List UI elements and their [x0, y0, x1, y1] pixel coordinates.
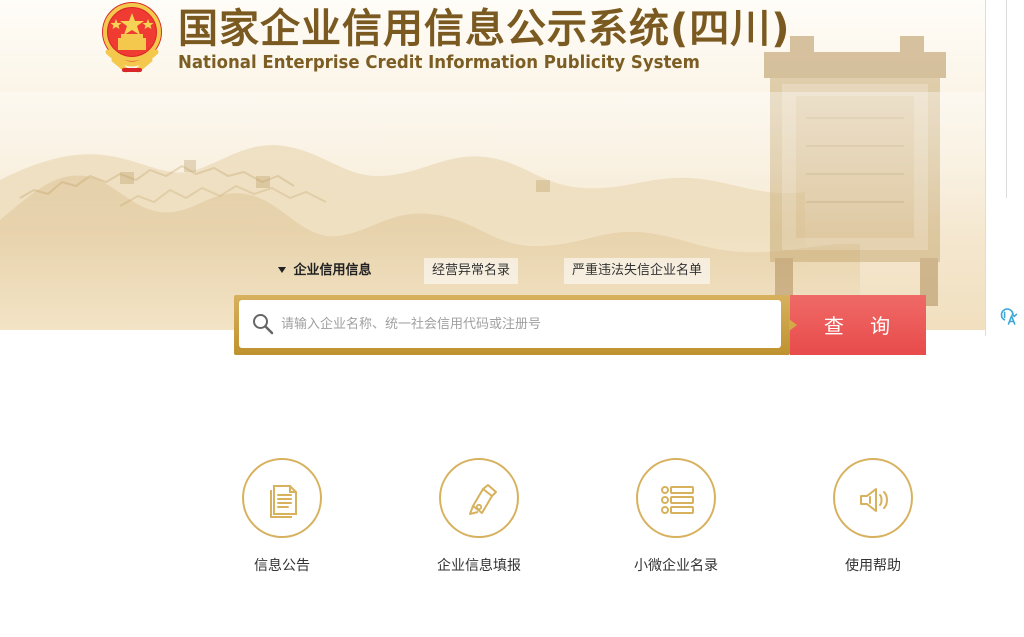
search-input[interactable] [281, 300, 771, 348]
help-icon-circle [833, 458, 913, 538]
announcement-icon-circle [242, 458, 322, 538]
search-button[interactable]: 查 询 [789, 295, 926, 355]
quick-link-label: 小微企业名录 [634, 558, 718, 574]
site-title-english: National Enterprise Credit Information P… [178, 52, 700, 73]
list-icon [661, 486, 694, 514]
quick-link-label: 信息公告 [254, 558, 310, 574]
site-title-chinese: 国家企业信用信息公示系统(四川) [178, 6, 791, 52]
page: 国家企业信用信息公示系统(四川) National Enterprise Cre… [0, 0, 1024, 637]
national-emblem-icon [102, 2, 162, 73]
quick-link-small-micro-list[interactable]: 小微企业名录 [616, 458, 736, 578]
quick-links: 信息公告 企业信息填报 小微企业名录 使用帮助 [222, 458, 942, 578]
speaker-icon [860, 488, 888, 512]
search-box [234, 295, 790, 355]
quick-link-label: 使用帮助 [845, 558, 901, 574]
search-bar: 查 询 [234, 295, 926, 355]
document-icon [270, 485, 297, 518]
tab-label: 严重违法失信企业名单 [572, 263, 703, 278]
tab-label: 经营异常名录 [432, 263, 511, 278]
small-micro-list-icon-circle [636, 458, 716, 538]
quick-link-help[interactable]: 使用帮助 [813, 458, 933, 578]
tab-enterprise-credit-info[interactable]: 企业信用信息 [278, 258, 380, 284]
quick-link-label: 企业信息填报 [437, 558, 521, 574]
tab-serious-violation-list[interactable]: 严重违法失信企业名单 [564, 258, 711, 284]
quick-link-enterprise-report[interactable]: 企业信息填报 [419, 458, 539, 578]
search-input-wrapper [239, 300, 781, 348]
search-tabs: 企业信用信息 经营异常名录 严重违法失信企业名单 [278, 258, 738, 284]
right-scrollbar[interactable] [1006, 0, 1024, 198]
tab-abnormal-operation-list[interactable]: 经营异常名录 [424, 258, 519, 284]
site-header: 国家企业信用信息公示系统(四川) National Enterprise Cre… [96, 0, 790, 82]
right-side-panel [985, 0, 1024, 336]
tab-label: 企业信用信息 [293, 263, 372, 278]
enterprise-report-icon-circle [439, 458, 519, 538]
caret-down-icon [278, 266, 286, 273]
pen-icon [469, 484, 497, 515]
search-icon [253, 314, 274, 335]
quick-link-announcement[interactable]: 信息公告 [222, 458, 342, 578]
translate-icon[interactable] [998, 306, 1018, 326]
